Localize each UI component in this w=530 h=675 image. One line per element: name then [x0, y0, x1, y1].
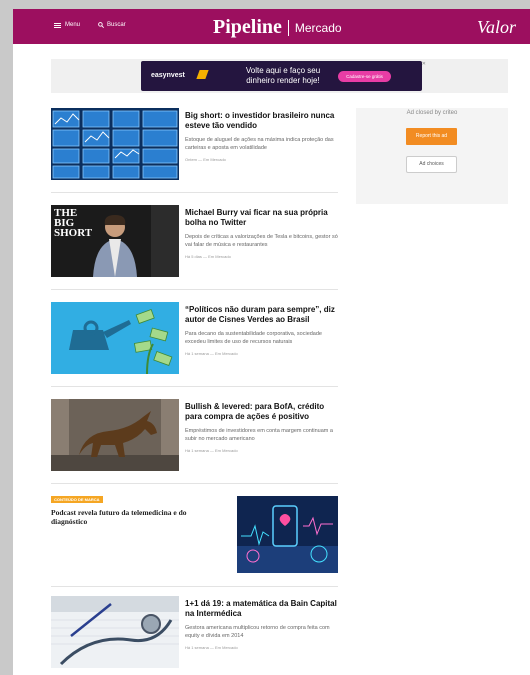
hamburger-icon	[54, 22, 61, 28]
article-description: Depois de críticas a valorizações de Tes…	[185, 234, 338, 248]
ad-brand: easynvest	[151, 72, 185, 79]
digital-health-image[interactable]	[237, 496, 338, 573]
article-description: Empréstimos de investidores em conta mar…	[185, 428, 333, 442]
valor-logo[interactable]: Valor	[477, 17, 516, 38]
article-item[interactable]: “Políticos não duram para sempre”, diz a…	[51, 302, 338, 380]
brand-section: Mercado	[294, 20, 342, 35]
top-ad-banner[interactable]: easynvest Volte aqui e faço seu dinheiro…	[141, 61, 422, 91]
article-description: Gestora americana multiplicou retorno de…	[185, 625, 330, 639]
menu-label: Menu	[65, 22, 81, 28]
top-ad-slot: easynvest Volte aqui e faço seu dinheiro…	[51, 59, 508, 93]
article-description: Estoque de aluguel de ações na máxima in…	[185, 137, 334, 151]
article-description: Para decano da sustentabilidade corporat…	[185, 331, 322, 345]
brand-name: Pipeline	[213, 16, 282, 38]
article-item[interactable]: Big short: o investidor brasileiro nunca…	[51, 108, 338, 186]
article-meta: Há 1 semana — Em Mercado	[185, 351, 238, 356]
divider	[51, 586, 338, 587]
brand-divider	[287, 19, 289, 36]
article-title[interactable]: Big short: o investidor brasileiro nunca…	[185, 111, 340, 131]
article-title[interactable]: “Políticos não duram para sempre”, diz a…	[185, 305, 340, 325]
big-short-poster-image[interactable]: THE BIG SHORT	[51, 205, 179, 277]
ad-logo-icon	[196, 70, 209, 79]
article-title[interactable]: Michael Burry vai ficar na sua própria b…	[185, 208, 340, 228]
divider	[51, 192, 338, 193]
article-item[interactable]: 1+1 dá 19: a matemática da Bain Capital …	[51, 596, 338, 674]
wall-street-bull-image[interactable]	[51, 399, 179, 471]
article-meta: Ontem — Em Mercado	[185, 157, 226, 162]
article-meta: Há 1 semana — Em Mercado	[185, 645, 238, 650]
article-title[interactable]: Bullish & levered: para BofA, crédito pa…	[185, 402, 340, 422]
site-header: Menu Buscar Pipeline Mercado Valor	[13, 9, 530, 44]
report-ad-button[interactable]: Report this ad	[406, 128, 457, 145]
page: Menu Buscar Pipeline Mercado Valor easyn…	[13, 9, 530, 675]
poster-text: THE BIG SHORT	[54, 207, 93, 239]
search-icon	[98, 22, 104, 28]
article-item[interactable]: THE BIG SHORT Michael Burry vai ficar na…	[51, 205, 338, 283]
search-button[interactable]: Buscar	[98, 22, 126, 28]
article-meta: Há 1 semana — Em Mercado	[185, 448, 238, 453]
stethoscope-image[interactable]	[51, 596, 179, 668]
brand[interactable]: Pipeline Mercado	[213, 16, 342, 39]
ad-cta-button[interactable]: Cadastre-se grátis	[338, 71, 391, 82]
menu-button[interactable]: Menu	[54, 22, 80, 28]
ad-close-icon[interactable]: ✕	[422, 61, 426, 67]
divider	[51, 386, 338, 387]
sponsored-title[interactable]: Podcast revela futuro da telemedicina e …	[51, 508, 211, 526]
watering-money-image[interactable]	[51, 302, 179, 374]
divider	[51, 289, 338, 290]
search-label: Buscar	[107, 22, 126, 28]
article-item[interactable]: Bullish & levered: para BofA, crédito pa…	[51, 399, 338, 477]
sponsored-article[interactable]: CONTEÚDO DE MARCA Podcast revela futuro …	[51, 496, 338, 576]
side-ad: Ad closed by criteo Report this ad Ad ch…	[356, 108, 508, 204]
stock-screens-image[interactable]	[51, 108, 179, 180]
article-title[interactable]: 1+1 dá 19: a matemática da Bain Capital …	[185, 599, 340, 619]
ad-text: Volte aqui e faço seu dinheiro render ho…	[245, 66, 321, 85]
ad-closed-text: Ad closed by criteo	[406, 110, 458, 116]
ad-choices-button[interactable]: Ad choices	[406, 156, 457, 173]
sponsored-badge: CONTEÚDO DE MARCA	[51, 496, 103, 503]
article-meta: Há 5 dias — Em Mercado	[185, 254, 231, 259]
divider	[51, 483, 338, 484]
